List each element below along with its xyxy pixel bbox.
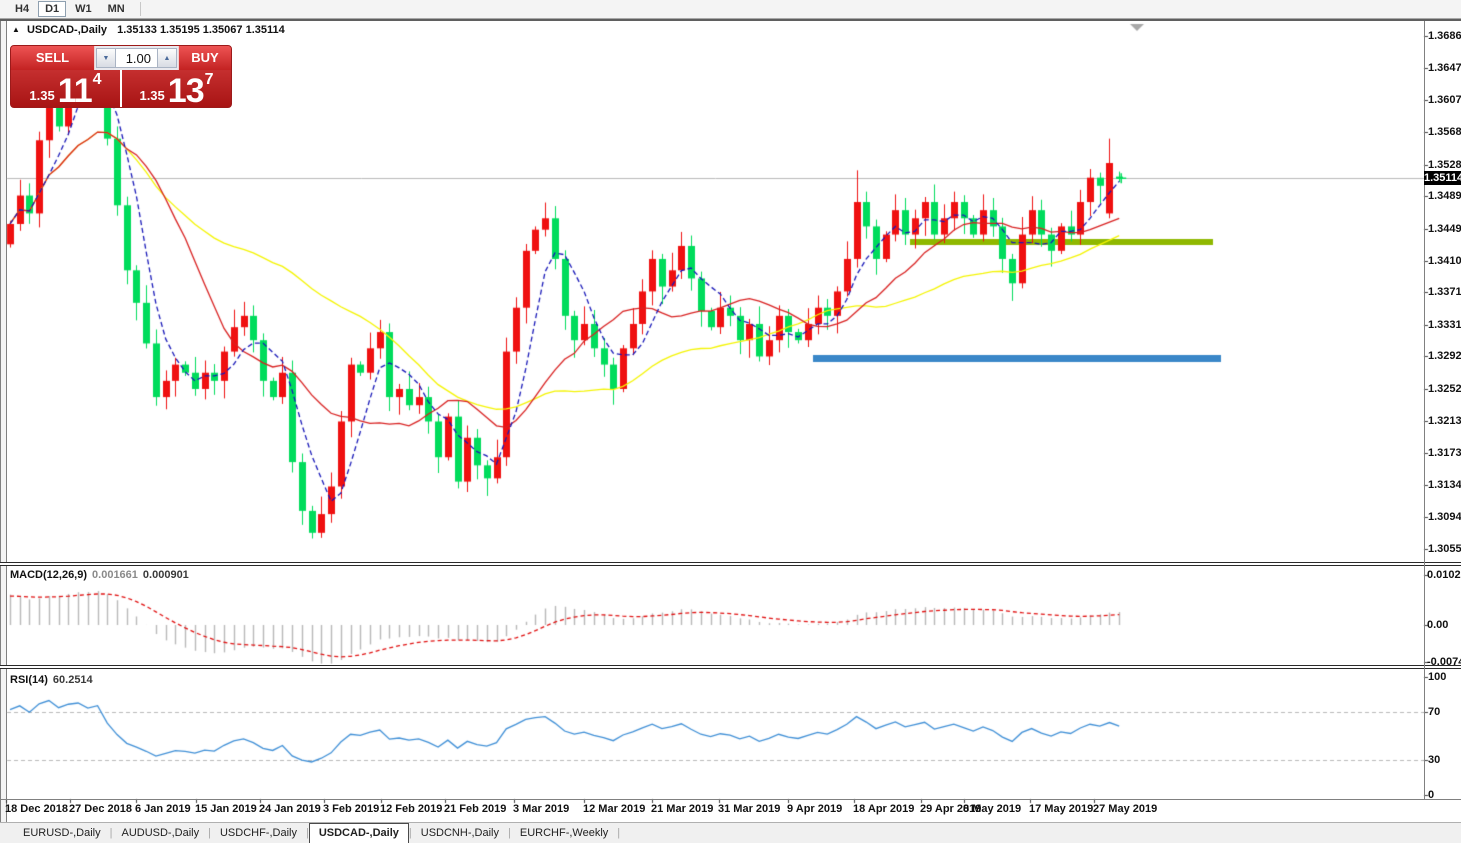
rsi-name: RSI(14): [10, 674, 48, 686]
macd-main-value: 0.001661: [92, 569, 138, 581]
macd-axis-label: 0.010229: [1427, 569, 1461, 581]
time-axis-label: 21 Feb 2019: [444, 803, 506, 815]
chart-title: ▲ USDCAD-,Daily 1.35133 1.35195 1.35067 …: [12, 24, 285, 36]
price-axis-label: 1.34100: [1428, 255, 1461, 267]
bid-main-digits: 11: [58, 76, 92, 106]
price-axis-label: 1.31730: [1428, 447, 1461, 459]
time-axis-label: 24 Jan 2019: [259, 803, 321, 815]
time-axis-label: 8 May 2019: [963, 803, 1021, 815]
volume-input[interactable]: 1.00: [116, 48, 157, 68]
tab-eurusd[interactable]: EURUSD-,Daily: [14, 825, 110, 841]
time-axis-label: 27 May 2019: [1093, 803, 1157, 815]
macd-axis-label: 0.00: [1427, 619, 1448, 631]
price-axis-label: 1.36860: [1428, 30, 1461, 42]
macd-signal-value: 0.000901: [143, 569, 189, 581]
price-axis-label: 1.35280: [1428, 159, 1461, 171]
current-price-tag: 1.35114: [1424, 171, 1461, 185]
ask-pip-digit: 7: [205, 74, 214, 86]
time-axis-separator: [0, 799, 1461, 800]
price-axis-label: 1.36070: [1428, 94, 1461, 106]
price-axis-label: 1.35680: [1428, 126, 1461, 138]
ask-prefix: 1.35: [139, 86, 164, 106]
rsi-value: 60.2514: [53, 674, 93, 686]
collapse-triangle-icon[interactable]: ▲: [12, 25, 20, 34]
rsi-axis-label: 0: [1428, 789, 1434, 801]
price-axis-label: 1.32130: [1428, 415, 1461, 427]
tab-usdchf[interactable]: USDCHF-,Daily: [211, 825, 306, 841]
price-axis-label: 1.36470: [1428, 62, 1461, 74]
buy-button[interactable]: BUY: [178, 46, 231, 70]
splitter-main-macd[interactable]: [0, 562, 1461, 566]
ask-main-digits: 13: [168, 76, 204, 106]
time-axis-label: 12 Feb 2019: [380, 803, 442, 815]
bid-pip-digit: 4: [93, 74, 102, 86]
bid-price-display[interactable]: 1.35 11 4: [11, 70, 122, 108]
macd-name: MACD(12,26,9): [10, 569, 87, 581]
price-axis-label: 1.33310: [1428, 319, 1461, 331]
time-axis-label: 18 Dec 2018: [5, 803, 68, 815]
rsi-indicator-label: RSI(14) 60.2514: [10, 674, 93, 686]
price-axis-label: 1.34890: [1428, 190, 1461, 202]
chart-tab-bar: EURUSD-,Daily|AUDUSD-,Daily|USDCHF-,Dail…: [0, 822, 1461, 843]
price-axis-label: 1.32520: [1428, 383, 1461, 395]
chart-canvas[interactable]: [0, 0, 1461, 843]
rsi-axis-label: 70: [1428, 706, 1440, 718]
chart-symbol-label: USDCAD-,Daily: [27, 24, 107, 36]
tab-usdcad[interactable]: USDCAD-,Daily: [309, 823, 409, 843]
tab-eurchf[interactable]: EURCHF-,Weekly: [511, 825, 617, 841]
price-axis-label: 1.34490: [1428, 223, 1461, 235]
rsi-axis-label: 30: [1428, 754, 1440, 766]
splitter-macd-rsi[interactable]: [0, 665, 1461, 669]
time-axis-label: 3 Feb 2019: [323, 803, 379, 815]
price-axis-label: 1.30550: [1428, 543, 1461, 555]
time-axis-label: 15 Jan 2019: [195, 803, 257, 815]
volume-increase-button[interactable]: ▲: [157, 48, 177, 68]
time-axis-label: 6 Jan 2019: [135, 803, 191, 815]
volume-spinner: ▼ 1.00 ▲: [95, 46, 178, 70]
chart-ohlc-values: 1.35133 1.35195 1.35067 1.35114: [117, 24, 285, 36]
price-axis-separator: [1424, 21, 1425, 799]
time-axis-label: 9 Apr 2019: [787, 803, 842, 815]
ask-price-display[interactable]: 1.35 13 7: [122, 70, 231, 108]
volume-decrease-button[interactable]: ▼: [96, 48, 116, 68]
time-axis-label: 27 Dec 2018: [69, 803, 132, 815]
tab-audusd[interactable]: AUDUSD-,Daily: [112, 825, 208, 841]
price-axis-label: 1.33710: [1428, 286, 1461, 298]
sell-button[interactable]: SELL: [11, 46, 95, 70]
time-axis-label: 21 Mar 2019: [651, 803, 713, 815]
macd-indicator-label: MACD(12,26,9) 0.001661 0.000901: [10, 569, 189, 581]
macd-axis-label: -0.00747: [1427, 656, 1461, 668]
tab-usdcnh[interactable]: USDCNH-,Daily: [412, 825, 508, 841]
rsi-axis-label: 100: [1428, 671, 1446, 683]
time-axis-label: 12 Mar 2019: [583, 803, 645, 815]
price-axis-label: 1.32920: [1428, 350, 1461, 362]
time-axis-label: 18 Apr 2019: [853, 803, 914, 815]
time-axis-label: 17 May 2019: [1029, 803, 1093, 815]
price-axis-label: 1.30940: [1428, 511, 1461, 523]
one-click-trade-panel: SELL ▼ 1.00 ▲ BUY 1.35 11 4 1.35 13 7: [10, 45, 232, 108]
tab-separator: |: [617, 827, 620, 839]
price-axis-label: 1.31340: [1428, 479, 1461, 491]
terminal-window: H4D1W1MN ▲ USDCAD-,Daily 1.35133 1.35195…: [0, 0, 1461, 843]
time-axis-label: 31 Mar 2019: [718, 803, 780, 815]
time-axis-label: 3 Mar 2019: [513, 803, 569, 815]
bid-prefix: 1.35: [29, 86, 54, 106]
